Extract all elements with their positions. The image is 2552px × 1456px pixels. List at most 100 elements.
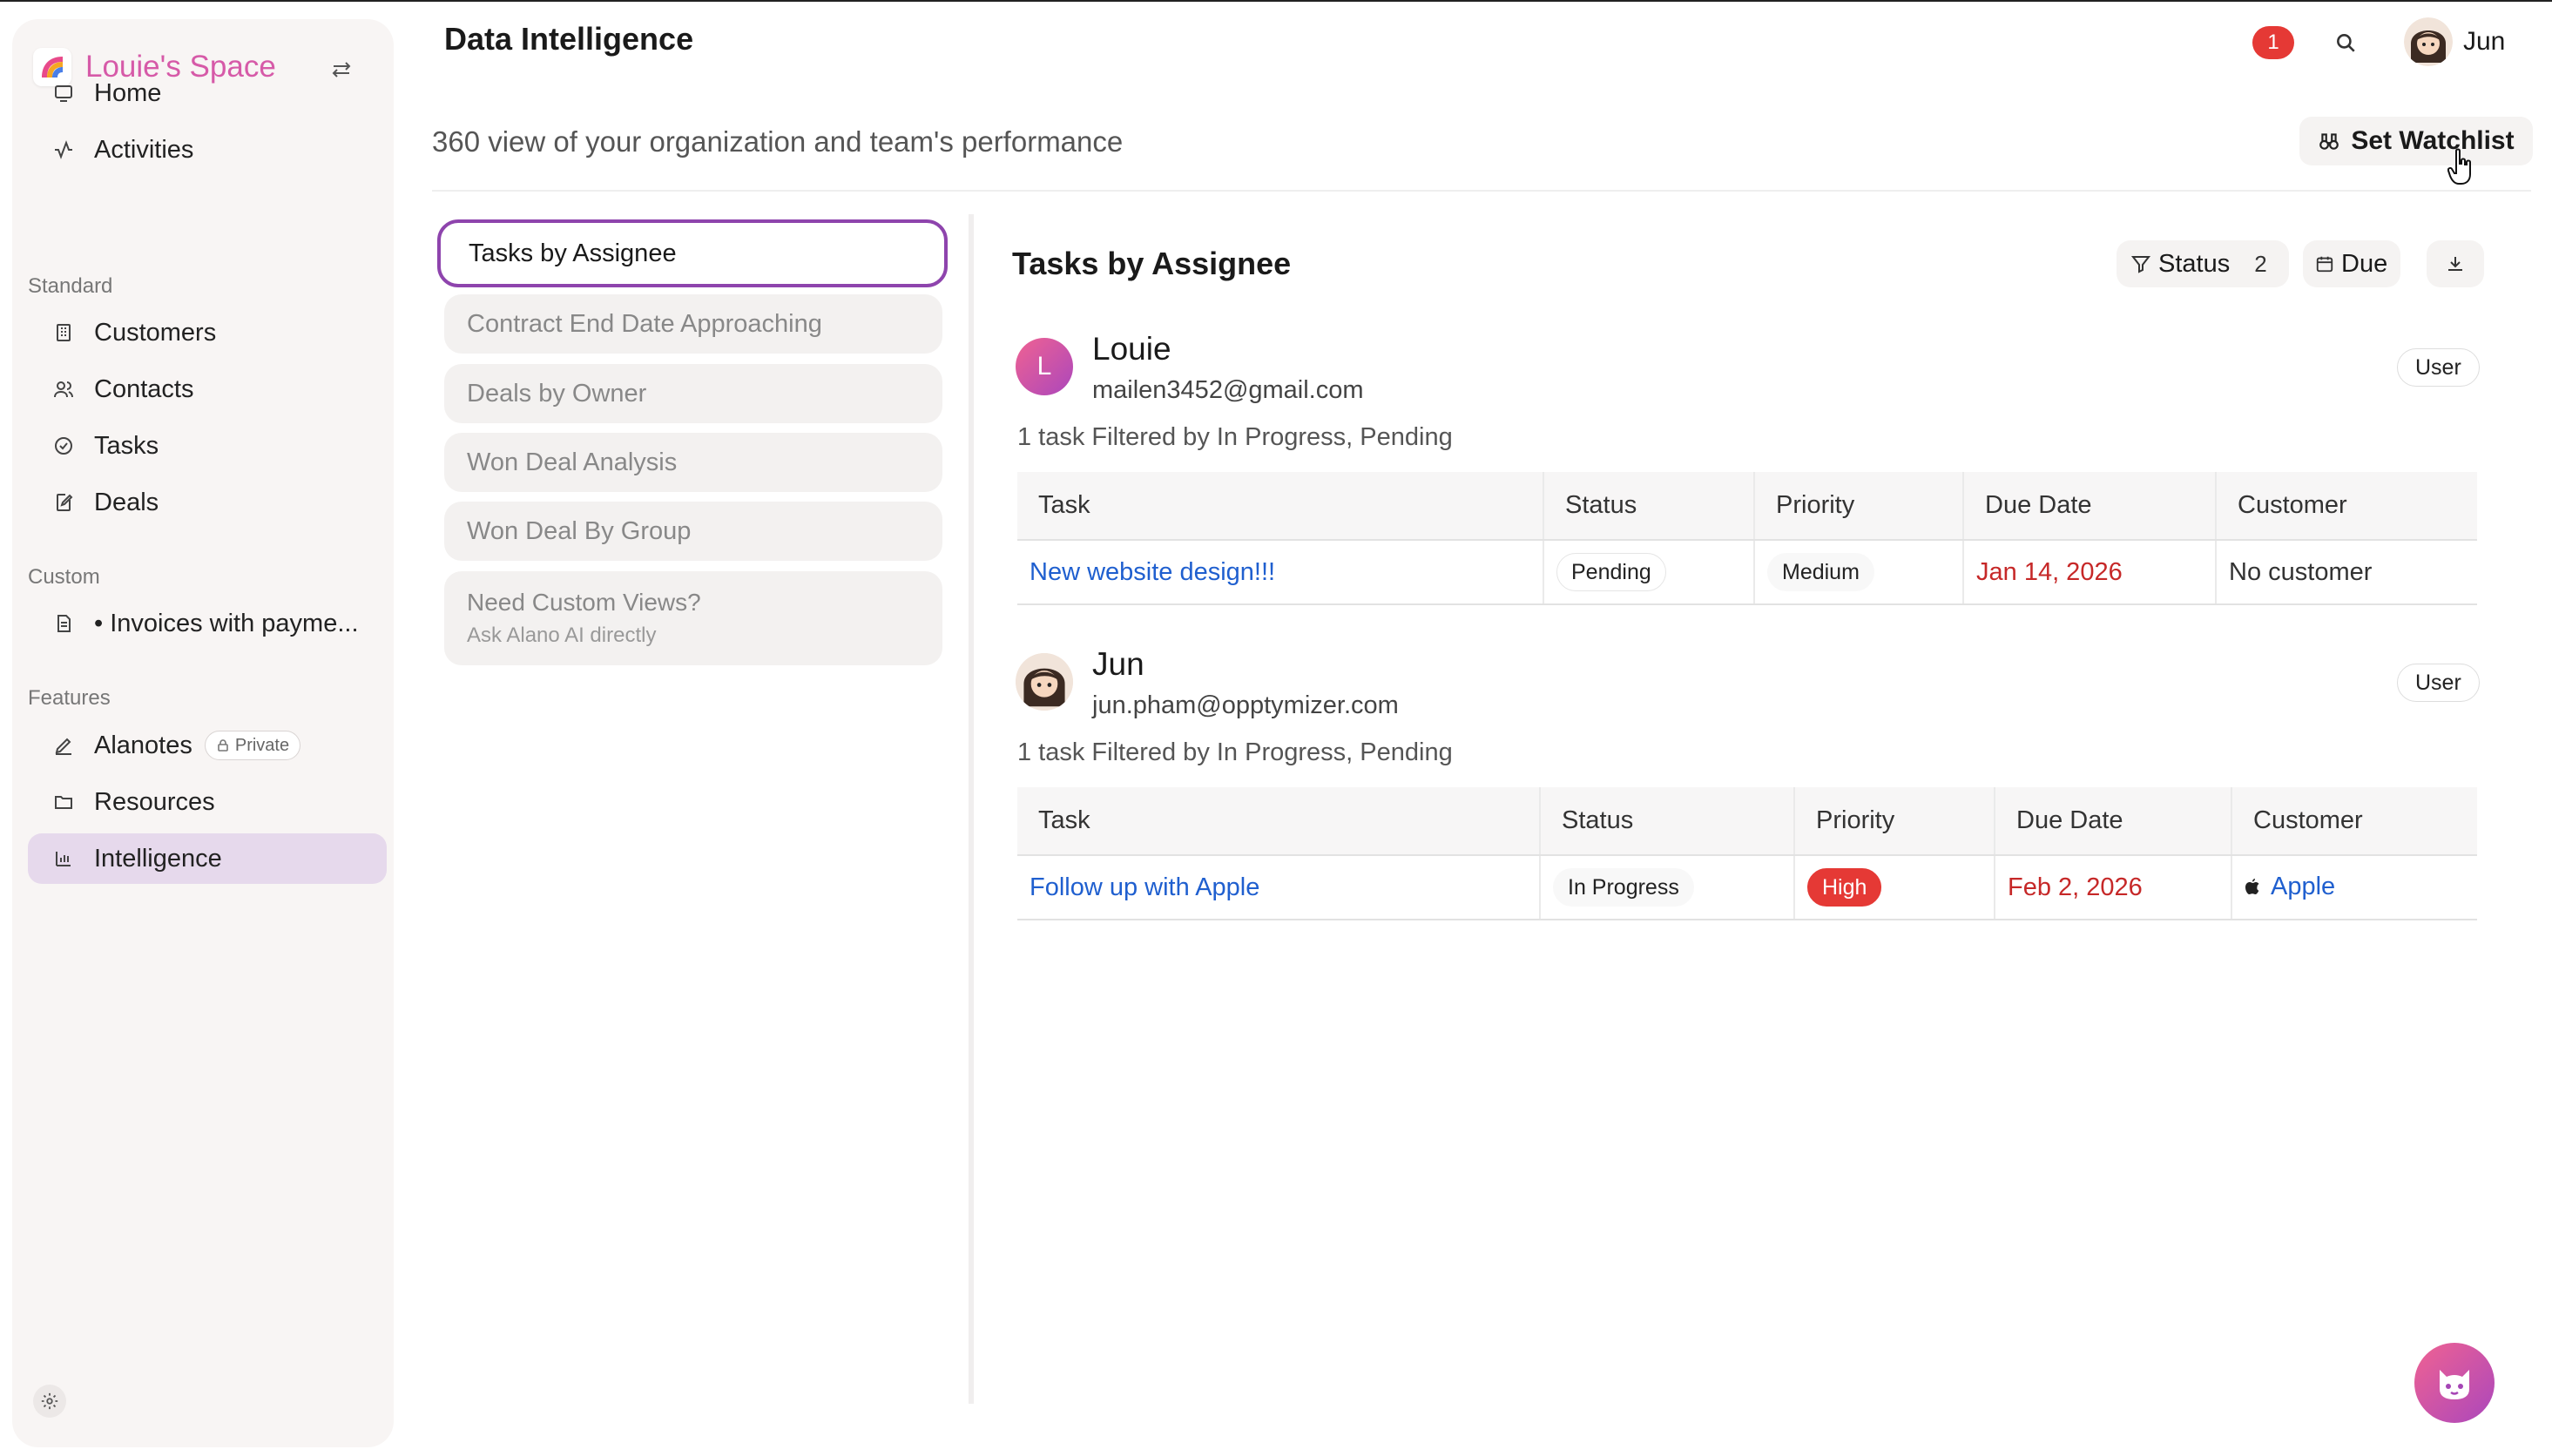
task-link[interactable]: Follow up with Apple	[1030, 873, 1259, 901]
download-icon	[2448, 257, 2462, 271]
sidebar-item-customers[interactable]: Customers	[28, 307, 387, 358]
sidebar-item-deals[interactable]: Deals	[28, 477, 387, 528]
sidebar-item-tasks[interactable]: Tasks	[28, 421, 387, 471]
assignee-name: Jun	[1092, 646, 1144, 682]
column-header[interactable]: Priority	[1793, 787, 1995, 856]
due-date: Jan 14, 2026	[1976, 557, 2123, 586]
sidebar-item-intelligence[interactable]: Intelligence	[28, 833, 387, 884]
sidebar-item-resources[interactable]: Resources	[28, 777, 387, 827]
monitor-icon	[51, 80, 77, 106]
assignee-avatar: L	[1016, 338, 1073, 395]
sidebar-item-contacts[interactable]: Contacts	[28, 364, 387, 415]
table-header-row: Task Status Priority Due Date Customer	[1017, 472, 2477, 541]
edit-document-icon	[51, 489, 77, 516]
section-label-features: Features	[28, 686, 111, 710]
section-label-custom: Custom	[28, 565, 100, 589]
private-badge: Private	[204, 731, 301, 760]
notification-badge[interactable]: 1	[2252, 26, 2294, 59]
status-filter-chip[interactable]: Status 2	[2117, 240, 2289, 287]
bar-chart-icon	[51, 846, 77, 872]
calendar-icon	[2316, 256, 2333, 273]
column-header[interactable]: Due Date	[1994, 787, 2231, 856]
search-icon[interactable]	[2327, 24, 2364, 61]
status-filter-count: 2	[2254, 250, 2267, 277]
folder-icon	[51, 789, 77, 815]
activity-icon	[51, 137, 77, 163]
column-header[interactable]: Priority	[1753, 472, 1963, 541]
priority-pill: Medium	[1767, 553, 1874, 591]
building-icon	[51, 320, 77, 346]
view-deals-by-owner[interactable]: Deals by Owner	[444, 364, 942, 423]
due-date: Feb 2, 2026	[2008, 873, 2143, 901]
column-header[interactable]: Task	[1017, 472, 1543, 541]
sidebar-item-label: Activities	[94, 135, 194, 164]
download-button[interactable]	[2427, 240, 2484, 287]
table-row: Follow up with Apple In Progress High Fe…	[1017, 855, 2477, 920]
task-link[interactable]: New website design!!!	[1030, 558, 1275, 586]
assignee-name: Louie	[1092, 331, 1171, 367]
user-avatar[interactable]	[2404, 17, 2453, 66]
column-header[interactable]: Status	[1539, 787, 1794, 856]
column-header[interactable]: Task	[1017, 787, 1540, 856]
status-pill: Pending	[1556, 553, 1666, 591]
view-contract-end-date[interactable]: Contract End Date Approaching	[444, 294, 942, 354]
assignee-avatar	[1016, 653, 1073, 711]
hand-cursor-icon	[2447, 148, 2474, 191]
sidebar: Louie's Space Home Activities Standard C…	[12, 19, 394, 1447]
cat-face-icon	[2440, 1370, 2469, 1399]
sidebar-item-label: Tasks	[94, 431, 159, 460]
column-header[interactable]: Due Date	[1962, 472, 2216, 541]
tasks-table: Task Status Priority Due Date Customer F…	[1017, 787, 2477, 920]
panel-title: Tasks by Assignee	[1012, 246, 1292, 281]
status-pill: In Progress	[1553, 868, 1694, 907]
set-watchlist-button[interactable]: Set Watchlist	[2299, 117, 2533, 165]
sidebar-item-home[interactable]: Home	[28, 68, 387, 118]
view-tasks-by-assignee[interactable]: Tasks by Assignee	[437, 219, 948, 287]
document-icon	[51, 610, 77, 637]
assignee-email: mailen3452@gmail.com	[1092, 376, 1364, 404]
user-name[interactable]: Jun	[2463, 27, 2505, 57]
assignee-email: jun.pham@opptymizer.com	[1092, 691, 1399, 719]
users-icon	[51, 376, 77, 402]
page-subtitle: 360 view of your organization and team's…	[432, 125, 1124, 158]
sidebar-item-label: Alanotes	[94, 731, 192, 759]
sidebar-item-label: Deals	[94, 488, 159, 516]
assistant-cat-button[interactable]	[2414, 1343, 2495, 1423]
due-filter-chip[interactable]: Due	[2303, 240, 2400, 287]
private-badge-label: Private	[234, 735, 290, 755]
view-won-deal-analysis[interactable]: Won Deal Analysis	[444, 433, 942, 492]
lock-icon	[218, 739, 228, 752]
customer-link[interactable]: Apple	[2271, 873, 2335, 900]
sidebar-item-label: Intelligence	[94, 844, 222, 873]
tasks-table: Task Status Priority Due Date Customer N…	[1017, 472, 2477, 605]
sidebar-item-label: • Invoices with payme...	[94, 609, 359, 637]
view-won-deal-by-group[interactable]: Won Deal By Group	[444, 502, 942, 561]
panel-divider	[969, 214, 974, 1404]
sidebar-item-label: Resources	[94, 787, 215, 816]
due-filter-label: Due	[2341, 249, 2388, 278]
column-header[interactable]: Customer	[2231, 787, 2477, 856]
check-circle-icon	[51, 433, 77, 459]
settings-gear-icon[interactable]	[33, 1385, 66, 1418]
column-header[interactable]: Customer	[2215, 472, 2477, 541]
column-header[interactable]: Status	[1543, 472, 1754, 541]
window-top-border	[0, 0, 2552, 2]
table-row: New website design!!! Pending Medium Jan…	[1017, 540, 2477, 605]
custom-views-subtitle: Ask Alano AI directly	[467, 624, 657, 647]
sidebar-item-label: Customers	[94, 318, 217, 347]
priority-pill: High	[1807, 868, 1882, 907]
custom-views-title: Need Custom Views?	[467, 589, 701, 616]
sidebar-item-invoices[interactable]: • Invoices with payme...	[28, 598, 387, 649]
sidebar-item-activities[interactable]: Activities	[28, 125, 387, 175]
custom-views-prompt[interactable]: Need Custom Views? Ask Alano AI directly	[444, 571, 942, 665]
filter-note: 1 task Filtered by In Progress, Pending	[1017, 423, 1453, 451]
sidebar-item-label: Home	[94, 78, 162, 107]
status-filter-label: Status	[2158, 249, 2231, 278]
table-header-row: Task Status Priority Due Date Customer	[1017, 787, 2477, 856]
sidebar-item-alanotes[interactable]: Alanotes Private	[28, 720, 387, 771]
role-badge: User	[2397, 664, 2480, 702]
filter-note: 1 task Filtered by In Progress, Pending	[1017, 738, 1453, 766]
set-watchlist-label: Set Watchlist	[2351, 126, 2515, 155]
filter-icon	[2130, 256, 2151, 273]
sidebar-item-label: Contacts	[94, 374, 194, 403]
